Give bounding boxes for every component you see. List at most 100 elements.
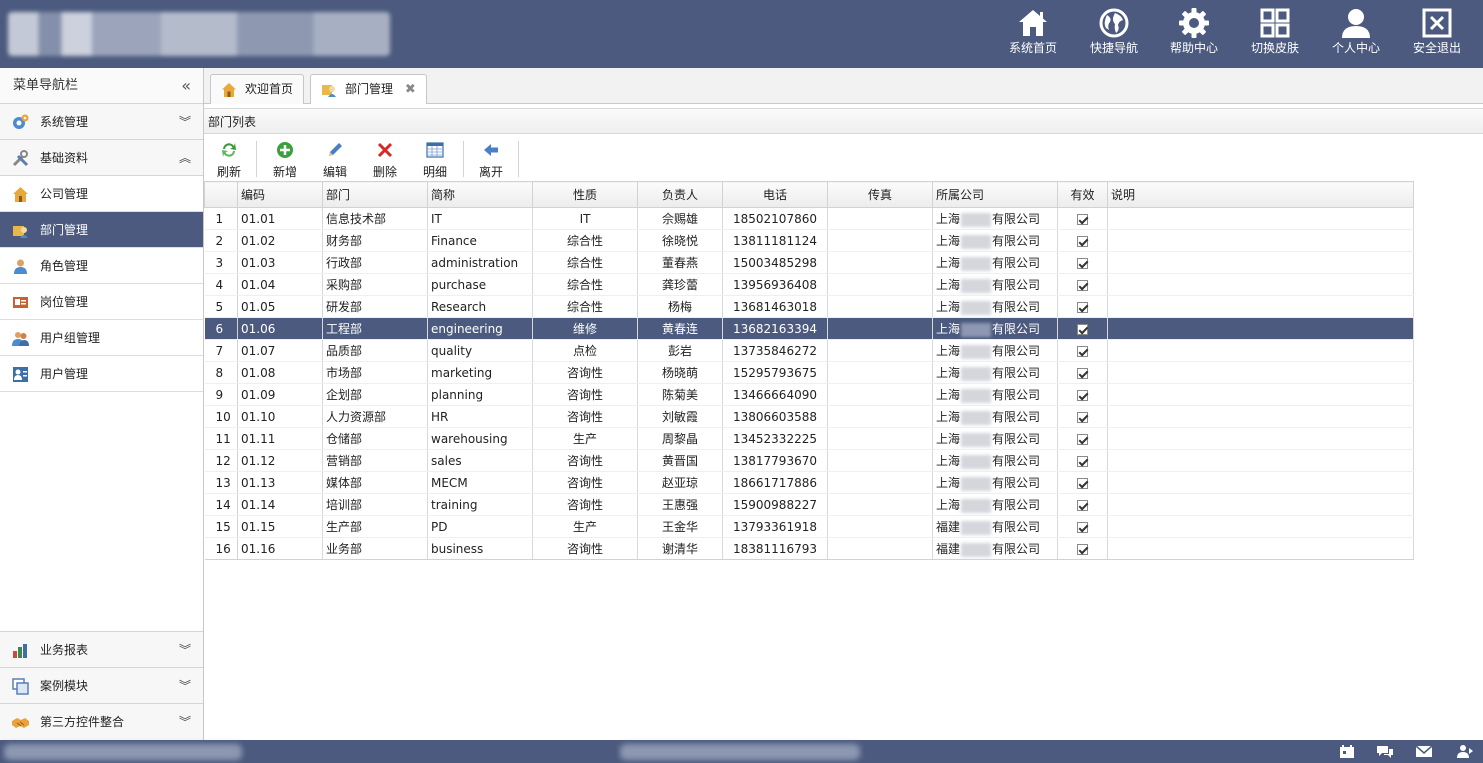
phone-cell: 18502107860 (722, 207, 828, 230)
column-header[interactable]: 负责人 (637, 181, 723, 208)
table-row[interactable]: 14 01.14 培训部 training 咨询性 王惠强 15900988227 上海 有限公… (204, 493, 1414, 516)
column-header[interactable]: 说明 (1107, 181, 1414, 208)
company-prefix: 上海 (936, 278, 961, 292)
sidebar-item-role[interactable]: 角色管理 (0, 248, 203, 284)
sidebar-item-user[interactable]: 用户管理 (0, 356, 203, 392)
valid-checkbox[interactable] (1077, 213, 1088, 225)
sidebar-group-label: 第三方控件整合 (40, 715, 125, 729)
table-row[interactable]: 1 01.01 信息技术部 IT IT 佘赐雄 18502107860 上海 有限公司 (204, 207, 1414, 230)
phone-cell: 18381116793 (722, 537, 828, 560)
toolbar-label: 离开 (478, 165, 503, 179)
tab-welcome[interactable]: 欢迎首页 (210, 74, 305, 104)
column-header[interactable]: 所属公司 (932, 181, 1058, 208)
department-panel: 部门列表 刷新 新增 编辑 删除 明细 离开 编码 部门 简称 性质 负责人 电… (204, 104, 1483, 740)
quick-nav-button[interactable]: 快捷导航 (1080, 6, 1148, 62)
valid-checkbox[interactable] (1077, 235, 1088, 247)
collapse-sidebar-icon[interactable]: « (181, 68, 191, 104)
tab-department[interactable]: 部门管理 ✖ (310, 74, 427, 105)
valid-checkbox[interactable] (1077, 433, 1088, 445)
note-cell (1107, 295, 1414, 318)
valid-checkbox[interactable] (1077, 323, 1088, 335)
mail-icon[interactable] (1415, 744, 1433, 759)
valid-checkbox[interactable] (1077, 301, 1088, 313)
sidebar-group-system[interactable]: 系统管理 ︾ (0, 104, 203, 140)
valid-checkbox[interactable] (1077, 543, 1088, 555)
phone-cell: 15295793675 (722, 361, 828, 384)
toolbar: 刷新 新增 编辑 删除 明细 离开 (204, 135, 1483, 181)
valid-checkbox[interactable] (1077, 411, 1088, 423)
table-row[interactable]: 9 01.09 企划部 planning 咨询性 陈菊美 13466664090 上海 有限公司 (204, 383, 1414, 406)
fax-cell (827, 295, 933, 318)
head-cell: 杨梅 (637, 295, 723, 318)
phone-cell: 13452332225 (722, 427, 828, 450)
redacted-text (961, 432, 992, 447)
valid-checkbox[interactable] (1077, 279, 1088, 291)
table-row[interactable]: 12 01.12 营销部 sales 咨询性 黄晋国 13817793670 上海 有限公司 (204, 449, 1414, 472)
detail-button[interactable]: 明细 (412, 139, 458, 180)
table-row[interactable]: 6 01.06 工程部 engineering 维修 黄春连 13682163394 上海 有限… (204, 317, 1414, 340)
switch-skin-button[interactable]: 切换皮肤 (1241, 6, 1309, 62)
close-tab-icon[interactable]: ✖ (405, 82, 416, 97)
valid-checkbox[interactable] (1077, 345, 1088, 357)
sidebar-group-case-module[interactable]: 案例模块 ︾ (0, 668, 203, 704)
sidebar-group-third-party[interactable]: 第三方控件整合 ︾ (0, 704, 203, 740)
chat-icon[interactable] (1376, 744, 1394, 759)
sidebar-item-company[interactable]: 公司管理 (0, 176, 203, 212)
column-header[interactable]: 传真 (827, 181, 933, 208)
company-cell: 上海 有限公司 (932, 229, 1058, 252)
column-header[interactable]: 有效 (1057, 181, 1108, 208)
note-cell (1107, 339, 1414, 362)
valid-checkbox[interactable] (1077, 521, 1088, 533)
sidebar-item-position[interactable]: 岗位管理 (0, 284, 203, 320)
quick-nav-label: 快捷导航 (1089, 41, 1138, 55)
phone-cell: 13811181124 (722, 229, 828, 252)
column-header[interactable]: 性质 (532, 181, 638, 208)
column-header[interactable]: 电话 (722, 181, 828, 208)
calendar-icon[interactable] (1338, 744, 1356, 759)
sidebar-group-reports[interactable]: 业务报表 ︾ (0, 632, 203, 668)
sidebar-item-user-group[interactable]: 用户组管理 (0, 320, 203, 356)
delete-button[interactable]: 删除 (362, 139, 408, 180)
table-row[interactable]: 8 01.08 市场部 marketing 咨询性 杨晓萌 15295793675 上海 有限公… (204, 361, 1414, 384)
sidebar-item-label: 岗位管理 (40, 295, 89, 309)
valid-checkbox[interactable] (1077, 499, 1088, 511)
table-row[interactable]: 7 01.07 品质部 quality 点检 彭岩 13735846272 上海 有限公司 (204, 339, 1414, 362)
table-row[interactable]: 16 01.16 业务部 business 咨询性 谢清华 18381116793 福建 有限公… (204, 537, 1414, 560)
abbreviation-cell: purchase (427, 273, 533, 296)
sidebar-item-department[interactable]: 部门管理 (0, 212, 203, 248)
table-row[interactable]: 15 01.15 生产部 PD 生产 王金华 13793361918 福建 有限公司 (204, 515, 1414, 538)
row-number: 10 (204, 405, 238, 428)
table-row[interactable]: 10 01.10 人力资源部 HR 咨询性 刘敏霞 13806603588 上海 有限公司 (204, 405, 1414, 428)
valid-checkbox[interactable] (1077, 477, 1088, 489)
table-row[interactable]: 13 01.13 媒体部 MECM 咨询性 赵亚琼 18661717886 上海 有限公司 (204, 471, 1414, 494)
table-row[interactable]: 2 01.02 财务部 Finance 综合性 徐晓悦 13811181124 上海 有限公司 (204, 229, 1414, 252)
help-center-button[interactable]: 帮助中心 (1160, 6, 1228, 62)
refresh-button[interactable]: 刷新 (206, 139, 252, 180)
edit-button[interactable]: 编辑 (312, 139, 358, 180)
valid-checkbox[interactable] (1077, 367, 1088, 379)
table-row[interactable]: 5 01.05 研发部 Research 综合性 杨梅 13681463018 上海 有限公司 (204, 295, 1414, 318)
home-button[interactable]: 系统首页 (999, 6, 1067, 62)
sidebar-group-basic-data[interactable]: 基础资料 ︽ (0, 140, 203, 176)
table-row[interactable]: 3 01.03 行政部 administration 综合性 董春燕 15003485298… (204, 251, 1414, 274)
personal-center-button[interactable]: 个人中心 (1322, 6, 1390, 62)
logout-button[interactable]: 安全退出 (1403, 6, 1471, 62)
valid-checkbox[interactable] (1077, 455, 1088, 467)
column-header[interactable]: 简称 (427, 181, 533, 208)
department-cell: 生产部 (322, 515, 428, 538)
user-share-icon[interactable] (1456, 744, 1474, 759)
table-row[interactable]: 4 01.04 采购部 purchase 综合性 龚珍蕾 13956936408 上海 有限公司 (204, 273, 1414, 296)
code-cell: 01.08 (237, 361, 323, 384)
department-icon (13, 226, 28, 238)
exit-button[interactable]: 离开 (468, 139, 514, 180)
table-row[interactable]: 11 01.11 仓储部 warehousing 生产 周黎晶 13452332225 上海 有… (204, 427, 1414, 450)
valid-checkbox[interactable] (1077, 389, 1088, 401)
valid-checkbox[interactable] (1077, 257, 1088, 269)
footer-info-center (620, 744, 860, 760)
column-header[interactable]: 编码 (237, 181, 323, 208)
column-header[interactable]: 部门 (322, 181, 428, 208)
add-button[interactable]: 新增 (262, 139, 308, 180)
company-cell: 上海 有限公司 (932, 361, 1058, 384)
top-header: 系统首页 快捷导航 帮助中心 切换皮肤 个人中心 安全退出 (0, 0, 1483, 68)
company-suffix: 有限公司 (992, 366, 1041, 380)
